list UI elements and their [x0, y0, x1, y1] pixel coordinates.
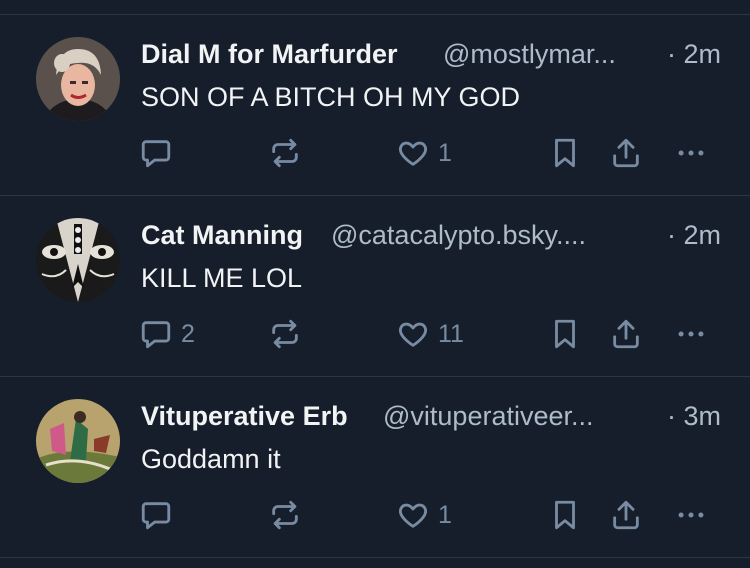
avatar-photo-3 [36, 399, 120, 483]
post-header: Dial M for Marfurder @mostlymar... · 2m [141, 35, 721, 73]
bookmark-button[interactable] [548, 314, 582, 354]
post-2[interactable]: Cat Manning @catacalypto.bsky.... · 2m K… [0, 196, 750, 376]
like-icon [399, 322, 427, 347]
post-actions: 1 [0, 495, 750, 535]
author-handle[interactable]: @vituperativeer... [383, 397, 594, 435]
post-header: Cat Manning @catacalypto.bsky.... · 2m [141, 216, 721, 254]
bookmark-icon [555, 319, 575, 349]
more-button[interactable] [674, 133, 708, 173]
like-count: 11 [438, 319, 464, 348]
like-icon [399, 503, 427, 528]
avatar[interactable] [36, 218, 120, 302]
author-name[interactable]: Dial M for Marfurder [141, 35, 398, 73]
post-timestamp[interactable]: · 2m [667, 216, 721, 254]
like-button[interactable]: 1 [396, 133, 452, 173]
more-icon [678, 512, 704, 518]
repost-button[interactable] [268, 495, 302, 535]
repost-icon [272, 500, 298, 530]
avatar-photo-1 [36, 37, 120, 121]
post-actions: 1 [0, 133, 750, 173]
share-button[interactable] [609, 495, 643, 535]
post-text: Goddamn it [141, 444, 281, 474]
like-icon [399, 141, 427, 166]
divider [0, 557, 750, 558]
post-actions: 2 11 [0, 314, 750, 354]
post-text: SON OF A BITCH OH MY GOD [141, 82, 521, 112]
author-name[interactable]: Vituperative Erb [141, 397, 348, 435]
bookmark-button[interactable] [548, 133, 582, 173]
share-icon [613, 138, 639, 168]
reply-icon [141, 140, 171, 168]
share-button[interactable] [609, 314, 643, 354]
repost-button[interactable] [268, 314, 302, 354]
reply-button[interactable]: 2 [139, 314, 195, 354]
author-name[interactable]: Cat Manning [141, 216, 303, 254]
like-count: 1 [438, 138, 452, 167]
avatar-photo-2 [36, 218, 120, 302]
repost-icon [272, 319, 298, 349]
more-button[interactable] [674, 495, 708, 535]
reply-button[interactable] [139, 495, 181, 535]
share-button[interactable] [609, 133, 643, 173]
author-handle[interactable]: @catacalypto.bsky.... [331, 216, 586, 254]
more-icon [678, 331, 704, 337]
share-icon [613, 319, 639, 349]
reply-icon [141, 502, 171, 530]
more-button[interactable] [674, 314, 708, 354]
author-handle[interactable]: @mostlymar... [443, 35, 616, 73]
repost-button[interactable] [268, 133, 302, 173]
post-1[interactable]: Dial M for Marfurder @mostlymar... · 2m … [0, 15, 750, 195]
share-icon [613, 500, 639, 530]
reply-count: 2 [181, 319, 195, 348]
post-timestamp[interactable]: · 2m [667, 35, 721, 73]
bookmark-icon [555, 138, 575, 168]
reply-icon [141, 321, 171, 349]
like-button[interactable]: 11 [396, 314, 464, 354]
more-icon [678, 150, 704, 156]
bookmark-icon [555, 500, 575, 530]
avatar[interactable] [36, 399, 120, 483]
like-button[interactable]: 1 [396, 495, 452, 535]
bookmark-button[interactable] [548, 495, 582, 535]
post-timestamp[interactable]: · 3m [667, 397, 721, 435]
avatar[interactable] [36, 37, 120, 121]
reply-button[interactable] [139, 133, 181, 173]
repost-icon [272, 138, 298, 168]
post-3[interactable]: Vituperative Erb @vituperativeer... · 3m… [0, 377, 750, 557]
post-text: KILL ME LOL [141, 263, 303, 293]
like-count: 1 [438, 500, 452, 529]
post-feed: Dial M for Marfurder @mostlymar... · 2m … [0, 0, 750, 568]
post-header: Vituperative Erb @vituperativeer... · 3m [141, 397, 721, 435]
